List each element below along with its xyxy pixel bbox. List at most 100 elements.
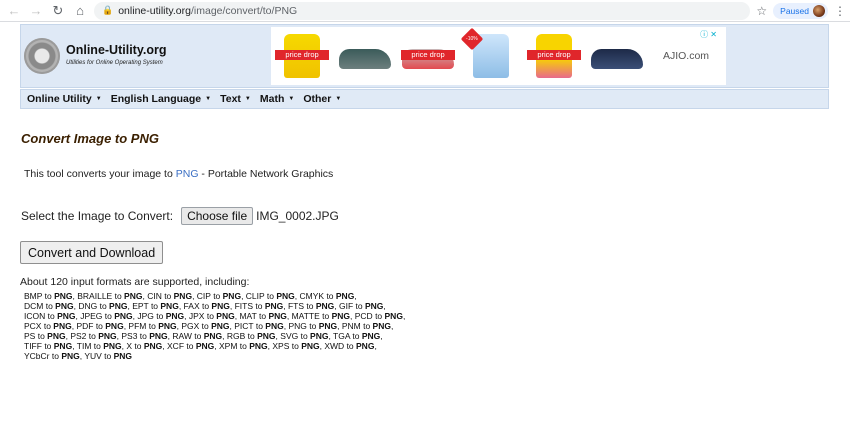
format-item: TGA to PNG, [333,331,383,341]
formats-heading: About 120 input formats are supported, i… [20,276,250,288]
formats-line: PCX to PNG, PDF to PNG, PFM to PNG, PGX … [24,321,444,331]
format-item: PCD to PNG, [354,311,406,321]
format-item: FITS to PNG, [234,301,288,311]
format-item: PGX to PNG, [181,321,235,331]
format-item: TIFF to PNG, [24,341,77,351]
caret-down-icon: ▼ [335,96,342,102]
ad-brand-name: AJIO.com [662,50,710,62]
ad-product-red-shoe[interactable]: price drop [397,27,459,85]
format-item: PFM to PNG, [128,321,182,331]
format-item: PNG to PNG, [288,321,342,331]
gear-logo-icon[interactable] [21,35,63,77]
format-item: JPX to PNG, [188,311,240,321]
format-item: PS2 to PNG, [70,331,122,341]
caret-down-icon: ▼ [244,96,251,102]
format-item: RAW to PNG, [172,331,227,341]
forward-icon[interactable]: → [28,3,44,19]
selected-file-name: IMG_0002.JPG [256,209,339,223]
format-item: YUV to PNG [84,351,133,361]
format-item: YCbCr to PNG, [24,351,85,361]
format-item: XCF to PNG, [167,341,219,351]
format-item: PS3 to PNG, [121,331,173,341]
ad-banner[interactable]: price drop price drop -10% price drop AJ… [271,27,726,85]
ad-product-blue-shirt[interactable]: -10% [460,27,522,85]
formats-line: BMP to PNG, BRAILLE to PNG, CIN to PNG, … [24,291,444,301]
choose-file-button[interactable]: Choose file [181,207,254,225]
ad-product-navy-shoe[interactable] [586,27,648,85]
format-item: PDF to PNG, [76,321,129,331]
formats-line: DCM to PNG, DNG to PNG, EPT to PNG, FAX … [24,301,444,311]
file-select-row: Select the Image to Convert: Choose file… [21,207,339,225]
format-item: ICON to PNG, [24,311,81,321]
nav-english-language[interactable]: English Language ▼ [111,93,211,105]
format-item: MAT to PNG, [239,311,292,321]
ad-product-yellow-pink-shirt[interactable]: price drop [523,27,585,85]
formats-line: TIFF to PNG, TIM to PNG, X to PNG, XCF t… [24,341,444,351]
format-item: BRAILLE to PNG, [77,291,148,301]
url-path: /image/convert/to/PNG [190,4,298,17]
ad-product-yellow-shirt[interactable]: price drop [271,27,333,85]
format-item: RGB to PNG, [226,331,281,341]
format-item: JPG to PNG, [137,311,189,321]
reload-icon[interactable]: ↻ [50,3,66,19]
caret-down-icon: ▼ [288,96,295,102]
format-item: EPT to PNG, [132,301,184,311]
site-header: Online-Utility.org Utilities for Online … [20,24,829,88]
ad-product-gray-shoe[interactable] [334,27,396,85]
format-item: GIF to PNG, [339,301,386,311]
format-item: X to PNG, [126,341,168,351]
price-drop-tag: price drop [527,50,581,60]
format-item: TIM to PNG, [76,341,127,351]
lock-icon: 🔒 [102,5,114,15]
format-item: FTS to PNG, [287,301,339,311]
url-domain: online-utility.org [118,4,191,17]
format-item: XPM to PNG, [218,341,273,351]
nav-online-utility[interactable]: Online Utility ▼ [27,93,102,105]
page-title: Convert Image to PNG [21,131,159,146]
format-item: XWD to PNG, [324,341,377,351]
nav-text[interactable]: Text ▼ [220,93,251,105]
site-logo-title[interactable]: Online-Utility.org [66,43,166,57]
format-item: MATTE to PNG, [291,311,355,321]
shoe-image [591,49,643,69]
format-item: CIP to PNG, [196,291,246,301]
main-nav: Online Utility ▼ English Language ▼ Text ▼ … [20,89,829,109]
format-item: PCX to PNG, [24,321,77,331]
back-icon[interactable]: ← [6,3,22,19]
format-item: BMP to PNG, [24,291,78,301]
format-item: JPEG to PNG, [80,311,138,321]
price-drop-tag: price drop [401,50,455,60]
intro-text: This tool converts your image to PNG - P… [24,168,334,180]
format-item: PS to PNG, [24,331,71,341]
site-logo-subtitle: Utilities for Online Operating System [66,60,163,66]
format-item: FAX to PNG, [183,301,235,311]
price-drop-tag: price drop [275,50,329,60]
shoe-image [339,49,391,69]
convert-and-download-button[interactable]: Convert and Download [20,241,164,264]
format-item: CLIP to PNG, [245,291,300,301]
adchoices-close-icon[interactable]: ⓘ ✕ [700,29,717,40]
format-item: SVG to PNG, [280,331,334,341]
formats-line: ICON to PNG, JPEG to PNG, JPG to PNG, JP… [24,311,444,321]
format-item: PNM to PNG, [341,321,394,331]
format-item: CMYK to PNG, [299,291,357,301]
formats-line: PS to PNG, PS2 to PNG, PS3 to PNG, RAW t… [24,331,444,341]
caret-down-icon: ▼ [95,96,102,102]
format-item: PICT to PNG, [234,321,289,331]
format-item: CIN to PNG, [147,291,197,301]
avatar [813,4,825,17]
format-item: DNG to PNG, [78,301,133,311]
nav-other[interactable]: Other ▼ [303,93,341,105]
profile-status: Paused [780,5,809,16]
format-item: DCM to PNG, [24,301,79,311]
ad-brand[interactable]: AJIO.com ⓘ ✕ [649,27,723,85]
address-bar[interactable]: 🔒 online-utility.org/image/convert/to/PN… [94,1,751,20]
png-link[interactable]: PNG [176,168,199,180]
formats-list: BMP to PNG, BRAILLE to PNG, CIN to PNG, … [24,291,444,361]
menu-icon[interactable]: ⋮ [834,4,846,18]
caret-down-icon: ▼ [205,96,212,102]
bookmark-star-icon[interactable]: ☆ [756,4,767,18]
home-icon[interactable]: ⌂ [72,3,88,19]
profile-button[interactable]: Paused [773,2,828,19]
nav-math[interactable]: Math ▼ [260,93,294,105]
